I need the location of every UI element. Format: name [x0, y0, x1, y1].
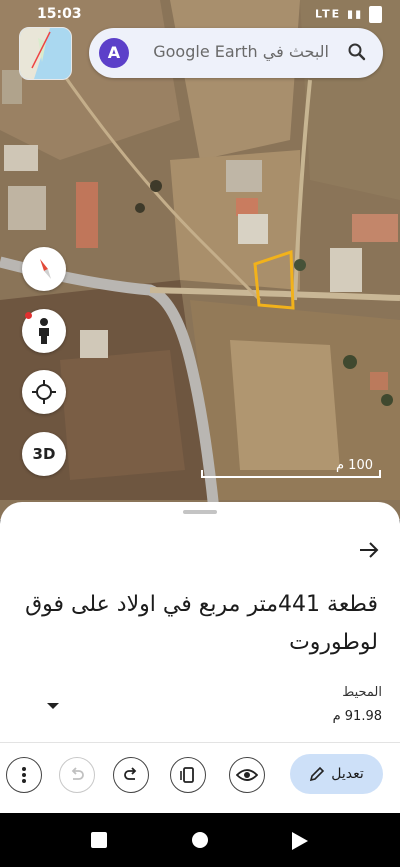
- status-time: 15:03: [37, 6, 82, 22]
- status-icons: LTE ▮▮: [315, 6, 382, 23]
- compass-icon: [40, 259, 51, 279]
- my-location-button[interactable]: [22, 370, 66, 414]
- recents-button[interactable]: [91, 832, 107, 852]
- edit-button[interactable]: تعديل: [290, 754, 383, 794]
- back-button[interactable]: [292, 832, 308, 854]
- home-button[interactable]: [192, 832, 208, 852]
- feature-details-sheet: قطعة 441متر مربع في اولاد على فوق لوطورو…: [0, 502, 400, 813]
- divider: [0, 742, 400, 743]
- edit-label: تعديل: [331, 766, 364, 782]
- feature-title: قطعة 441متر مربع في اولاد على فوق لوطورو…: [25, 592, 378, 655]
- scale-bar: [201, 470, 381, 478]
- eye-icon: [236, 769, 258, 781]
- pegman-icon: [39, 318, 49, 344]
- search-icon[interactable]: [347, 42, 367, 62]
- redo-icon: [124, 767, 137, 780]
- recents-icon: [91, 832, 107, 848]
- notification-dot: [25, 312, 32, 319]
- street-view-button[interactable]: [22, 309, 66, 353]
- back-icon: [292, 832, 308, 850]
- 3d-toggle-button[interactable]: 3D: [22, 432, 66, 476]
- globe-minimap-button[interactable]: [19, 27, 72, 80]
- undo-icon: [71, 767, 84, 780]
- search-bar[interactable]: A البحث في Google Earth: [89, 28, 383, 78]
- perimeter-label: المحيط: [342, 685, 382, 700]
- more-options-button[interactable]: [6, 757, 42, 793]
- system-nav-bar: [0, 813, 400, 867]
- signal-icon: ▮▮: [347, 7, 364, 21]
- feature-toolbar: تعديل: [0, 750, 400, 806]
- compass-button[interactable]: [22, 247, 66, 291]
- map-scale: 100 م: [201, 458, 381, 480]
- battery-icon: [369, 6, 382, 23]
- perimeter-value: 91.98 م: [332, 709, 382, 724]
- minimap-icon: [20, 28, 71, 79]
- drag-handle[interactable]: [183, 510, 217, 514]
- avatar[interactable]: A: [99, 38, 129, 68]
- pencil-icon: [310, 766, 325, 782]
- chevron-down-icon[interactable]: [47, 703, 59, 709]
- network-label: LTE: [314, 7, 342, 21]
- crosshair-icon: [32, 380, 56, 404]
- more-vert-icon: [22, 767, 26, 783]
- visibility-button[interactable]: [229, 757, 265, 793]
- device-view-button[interactable]: [170, 757, 206, 793]
- status-bar: 15:03 LTE ▮▮: [0, 0, 400, 28]
- redo-button[interactable]: [113, 757, 149, 793]
- search-input[interactable]: البحث في Google Earth: [149, 42, 329, 61]
- home-icon: [192, 832, 208, 848]
- device-icon: [180, 767, 194, 783]
- undo-button[interactable]: [59, 757, 95, 793]
- arrow-right-icon[interactable]: [358, 539, 380, 561]
